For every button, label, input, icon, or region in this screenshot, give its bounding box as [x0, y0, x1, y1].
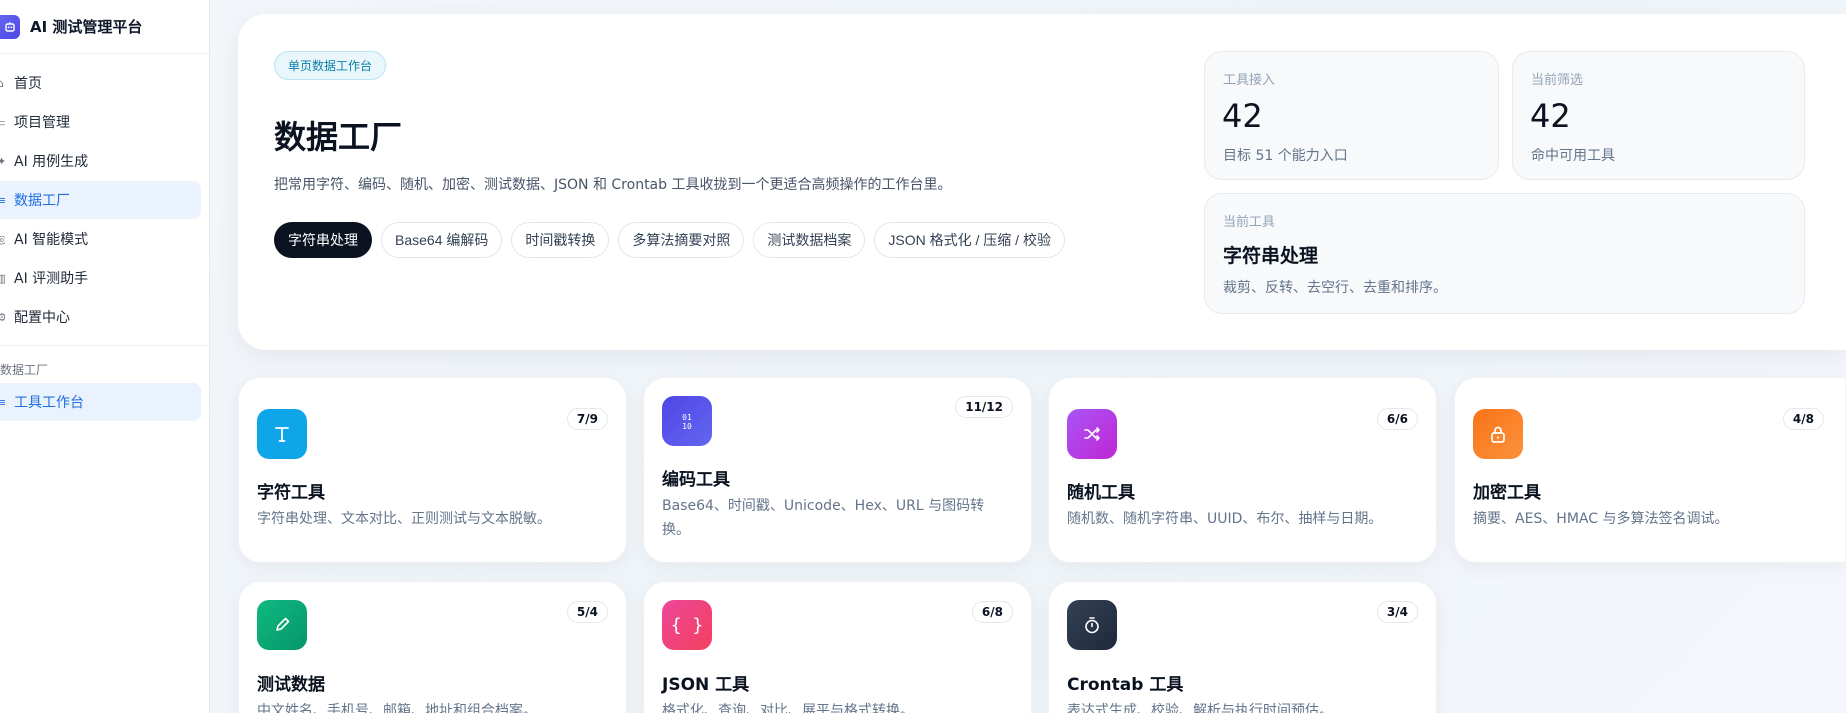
tool-card-json[interactable]: { } 6/8 JSON 工具 格式化、查询、对比、展平与格式转换。: [643, 581, 1032, 713]
tool-card-desc: 中文姓名、手机号、邮箱、地址和组合档案。: [257, 703, 537, 713]
sidebar-item-ai-eval[interactable]: ▥ AI 评测助手: [0, 259, 201, 297]
tool-card-title: 编码工具: [662, 470, 730, 490]
chart-icon: ▥: [0, 272, 5, 285]
sidebar-item-label: 数据工厂: [14, 193, 70, 209]
sidebar: AI 测试管理平台 ⌂ 首页 ▭ 项目管理 ✦ AI 用例生成 ≡ 数据工厂 ◎…: [0, 0, 210, 713]
folder-icon: ▭: [0, 116, 5, 129]
lock-icon: [1473, 409, 1523, 459]
stat-value: 42: [1530, 97, 1571, 135]
page-description: 把常用字符、编码、随机、加密、测试数据、JSON 和 Crontab 工具收拢到…: [274, 177, 952, 193]
sidebar-section-title: 数据工厂: [0, 362, 49, 377]
current-tool-desc: 裁剪、反转、去空行、去重和排序。: [1223, 280, 1447, 296]
stat-label: 工具接入: [1223, 73, 1276, 88]
tool-count-badge: 7/9: [566, 408, 608, 430]
main-nav: ⌂ 首页 ▭ 项目管理 ✦ AI 用例生成 ≡ 数据工厂 ◎ AI 智能模式 ▥…: [0, 54, 209, 336]
tool-card-crypto[interactable]: 4/8 加密工具 摘要、AES、HMAC 与多算法签名调试。: [1454, 377, 1846, 563]
current-tool-name: 字符串处理: [1223, 245, 1319, 267]
tool-card-test-data[interactable]: 5/4 测试数据 中文姓名、手机号、邮箱、地址和组合档案。: [238, 581, 627, 713]
gear-icon: ⚙: [0, 310, 5, 324]
tool-card-title: Crontab 工具: [1067, 675, 1184, 695]
tool-card-desc: 表达式生成、校验、解析与执行时间预估。: [1067, 703, 1333, 713]
tool-count-badge: 5/4: [566, 601, 608, 623]
tool-count-badge: 4/8: [1782, 408, 1824, 430]
tool-card-title: JSON 工具: [662, 675, 750, 695]
tool-card-desc: 字符串处理、文本对比、正则测试与文本脱敏。: [257, 511, 551, 527]
grid-icon: ≡: [0, 395, 5, 409]
sidebar-item-tool-workbench[interactable]: ≡ 工具工作台: [0, 383, 201, 421]
pen-icon: [257, 600, 307, 650]
tool-card-string[interactable]: 7/9 字符工具 字符串处理、文本对比、正则测试与文本脱敏。: [238, 377, 627, 563]
stat-sub: 命中可用工具: [1531, 148, 1615, 164]
shuffle-icon: [1067, 409, 1117, 459]
svg-text:10: 10: [682, 422, 692, 431]
text-icon: [257, 409, 307, 459]
sidebar-item-label: AI 智能模式: [14, 232, 89, 248]
stat-value: 42: [1222, 97, 1263, 135]
sidebar-item-data-factory[interactable]: ≡ 数据工厂: [0, 181, 201, 219]
sidebar-item-projects[interactable]: ▭ 项目管理: [0, 103, 201, 141]
chip-base64[interactable]: Base64 编解码: [381, 222, 503, 258]
tool-card-random[interactable]: 6/6 随机工具 随机数、随机字符串、UUID、布尔、抽样与日期。: [1048, 377, 1437, 563]
hero-tag: 单页数据工作台: [274, 51, 387, 80]
stat-sub: 目标 51 个能力入口: [1223, 148, 1348, 164]
quick-tool-chips: 字符串处理 Base64 编解码 时间戳转换 多算法摘要对照 测试数据档案 JS…: [274, 222, 1065, 258]
stat-tools-connected: 工具接入 42 目标 51 个能力入口: [1204, 51, 1499, 180]
sidebar-item-label: AI 用例生成: [14, 154, 89, 170]
sidebar-item-label: 首页: [14, 76, 42, 92]
sparkle-icon: ✦: [0, 154, 5, 168]
stat-label: 当前工具: [1223, 215, 1276, 230]
hero-panel: 单页数据工作台 数据工厂 把常用字符、编码、随机、加密、测试数据、JSON 和 …: [238, 14, 1846, 350]
sidebar-item-home[interactable]: ⌂ 首页: [0, 64, 201, 102]
tool-card-title: 字符工具: [257, 483, 325, 503]
tool-count-badge: 11/12: [955, 396, 1013, 418]
sidebar-item-label: AI 评测助手: [14, 271, 89, 287]
chip-digest[interactable]: 多算法摘要对照: [618, 222, 745, 258]
binary-icon: 01 10: [662, 396, 712, 446]
tool-card-title: 加密工具: [1473, 483, 1541, 503]
tool-count-badge: 6/6: [1376, 408, 1418, 430]
sidebar-item-config[interactable]: ⚙ 配置中心: [0, 298, 201, 336]
chip-string-processing[interactable]: 字符串处理: [274, 222, 372, 258]
tool-card-title: 随机工具: [1067, 483, 1135, 503]
timer-icon: [1067, 600, 1117, 650]
tool-card-title: 测试数据: [257, 675, 325, 695]
brand-title: AI 测试管理平台: [30, 18, 143, 36]
stat-current-filter: 当前筛选 42 命中可用工具: [1512, 51, 1805, 180]
tool-card-desc: 格式化、查询、对比、展平与格式转换。: [662, 703, 914, 713]
brand[interactable]: AI 测试管理平台: [0, 0, 209, 54]
sidebar-item-ai-smart[interactable]: ◎ AI 智能模式: [0, 220, 201, 258]
tool-card-desc: 随机数、随机字符串、UUID、布尔、抽样与日期。: [1067, 511, 1383, 527]
sidebar-item-label: 工具工作台: [14, 395, 84, 411]
stat-label: 当前筛选: [1531, 73, 1584, 88]
tool-count-badge: 3/4: [1376, 601, 1418, 623]
robot-icon: [0, 14, 20, 39]
sidebar-divider: [0, 345, 209, 346]
tool-count-badge: 6/8: [971, 601, 1013, 623]
chip-test-data[interactable]: 测试数据档案: [753, 222, 866, 258]
database-icon: ≡: [0, 193, 5, 207]
bot-icon: ◎: [0, 232, 5, 246]
tool-card-crontab[interactable]: 3/4 Crontab 工具 表达式生成、校验、解析与执行时间预估。: [1048, 581, 1437, 713]
tool-card-encoding[interactable]: 01 10 11/12 编码工具 Base64、时间戳、Unicode、Hex、U…: [643, 377, 1032, 563]
braces-icon: { }: [662, 600, 712, 650]
tool-card-desc: 摘要、AES、HMAC 与多算法签名调试。: [1473, 511, 1729, 527]
sidebar-item-label: 配置中心: [14, 310, 70, 326]
chip-json[interactable]: JSON 格式化 / 压缩 / 校验: [874, 222, 1065, 258]
tool-card-desc: Base64、时间戳、Unicode、Hex、URL 与图码转换。: [662, 498, 985, 538]
sidebar-item-ai-cases[interactable]: ✦ AI 用例生成: [0, 142, 201, 180]
home-icon: ⌂: [0, 76, 4, 90]
sidebar-item-label: 项目管理: [14, 115, 70, 131]
svg-text:01: 01: [682, 413, 692, 422]
page-title: 数据工厂: [274, 118, 403, 156]
chip-timestamp[interactable]: 时间戳转换: [511, 222, 610, 258]
stat-current-tool: 当前工具 字符串处理 裁剪、反转、去空行、去重和排序。: [1204, 193, 1805, 314]
